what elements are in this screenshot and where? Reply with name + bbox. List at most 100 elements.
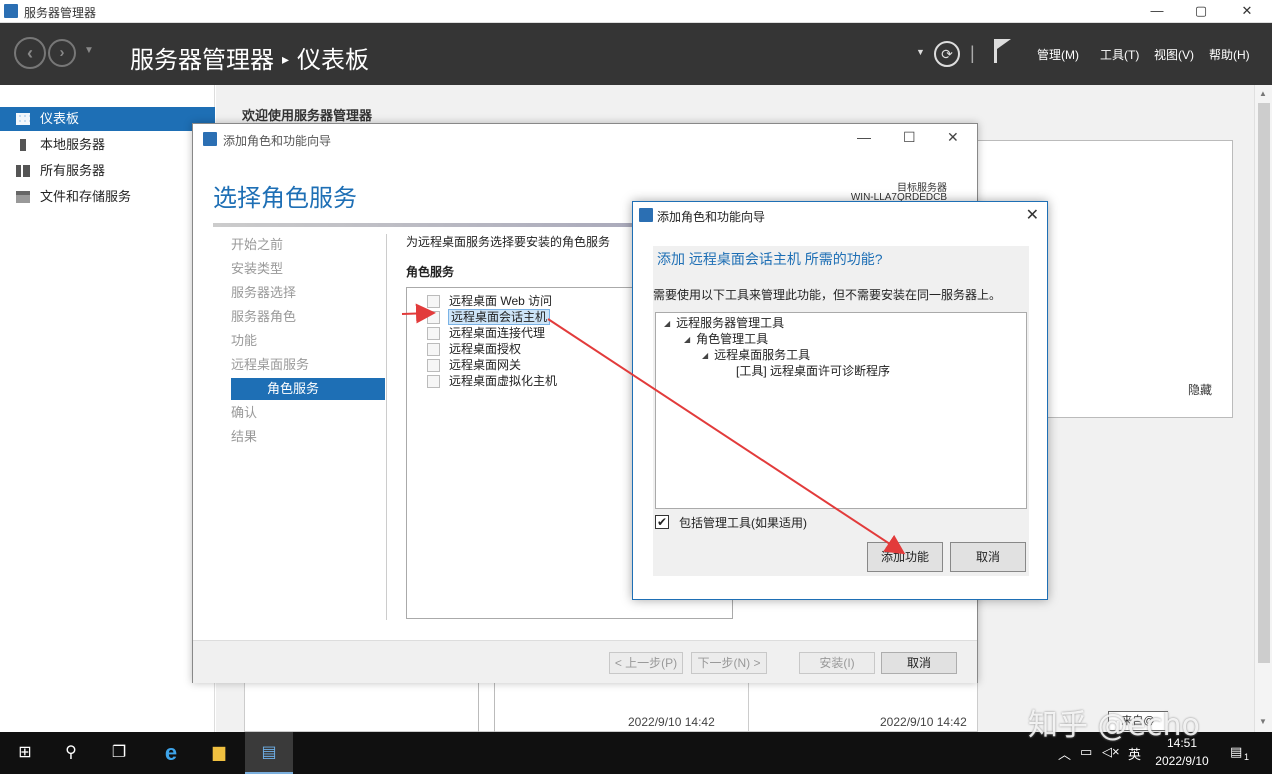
tree-node-label: [工具] 远程桌面许可诊断程序 xyxy=(736,364,891,378)
sidebar-item-label: 本地服务器 xyxy=(40,137,106,152)
role-services-label: 角色服务 xyxy=(406,265,455,279)
wizard-step-current[interactable]: 角色服务 xyxy=(231,378,385,400)
role-service-item[interactable]: 远程桌面授权 xyxy=(427,341,521,357)
wizard-divider xyxy=(386,234,387,620)
tree-node-leaf[interactable]: [工具] 远程桌面许可诊断程序 xyxy=(736,363,890,379)
server-manager-icon[interactable]: ▤ xyxy=(256,740,282,766)
expanded-triangle-icon[interactable]: ◢ xyxy=(664,319,670,328)
wizard-cancel-button[interactable]: 取消 xyxy=(881,652,957,674)
menu-help[interactable]: 帮助(H) xyxy=(1209,46,1250,63)
role-service-checkbox[interactable] xyxy=(427,343,440,356)
wizard-step: 结果 xyxy=(231,429,258,444)
dialog-close-icon[interactable]: ✕ xyxy=(1026,205,1039,225)
clock-date[interactable]: 2022/9/10 xyxy=(1150,754,1214,768)
tree-node-label: 远程服务器管理工具 xyxy=(676,316,785,330)
role-service-checkbox[interactable] xyxy=(427,359,440,372)
header-divider: | xyxy=(970,43,975,63)
wizard-minimize-button[interactable]: — xyxy=(857,129,871,145)
wizard-step: 确认 xyxy=(231,405,258,420)
install-button[interactable]: 安装(I) xyxy=(799,652,875,674)
wizard-maximize-button[interactable]: ☐ xyxy=(903,129,916,146)
wizard-titlebar: 添加角色和功能向导 — ☐ ✕ xyxy=(193,124,977,154)
task-view-icon[interactable]: ❐ xyxy=(106,740,132,766)
breadcrumb-page: 仪表板 xyxy=(297,47,370,74)
dialog-titlebar: 添加角色和功能向导 ✕ xyxy=(633,202,1047,228)
role-service-checkbox[interactable] xyxy=(427,295,440,308)
watermark: 知乎 @echo xyxy=(1028,708,1200,743)
network-icon[interactable]: ▭ xyxy=(1080,744,1092,760)
dropdown-icon[interactable]: ▼ xyxy=(916,47,925,57)
previous-button[interactable]: < 上一步(P) xyxy=(609,652,683,674)
hide-link[interactable]: 隐藏 xyxy=(1188,381,1212,398)
wizard-footer: < 上一步(P) 下一步(N) > 安装(I) 取消 xyxy=(193,640,977,683)
scroll-down-icon[interactable]: ▼ xyxy=(1259,717,1267,726)
role-service-item-selected[interactable]: 远程桌面会话主机 xyxy=(427,309,551,325)
wizard-step: 服务器选择 xyxy=(231,285,297,300)
role-service-checkbox[interactable] xyxy=(427,311,440,324)
maximize-button[interactable]: ▢ xyxy=(1178,1,1224,21)
close-button[interactable]: ✕ xyxy=(1224,1,1270,21)
notification-center-icon[interactable]: ▤ xyxy=(1230,744,1242,760)
sidebar-item-all-servers[interactable]: 所有服务器 xyxy=(0,159,215,183)
wizard-step: 服务器角色 xyxy=(231,309,297,324)
tree-node-label: 角色管理工具 xyxy=(696,332,769,346)
internet-explorer-icon[interactable]: e xyxy=(158,740,184,766)
minimize-button[interactable]: — xyxy=(1134,1,1180,21)
search-icon[interactable]: ⚲ xyxy=(58,740,84,766)
tree-node[interactable]: ◢ 远程服务器管理工具 xyxy=(664,315,784,331)
wizard-step: 安装类型 xyxy=(231,261,284,276)
tree-node[interactable]: ◢ 角色管理工具 xyxy=(684,331,768,347)
scroll-up-icon[interactable]: ▲ xyxy=(1259,89,1267,98)
main-scrollbar[interactable]: ▲ ▼ xyxy=(1254,85,1272,732)
app-title: 服务器管理器 xyxy=(24,6,97,20)
dialog-cancel-button[interactable]: 取消 xyxy=(950,542,1026,572)
file-explorer-icon[interactable]: ▆ xyxy=(206,740,232,766)
include-tools-checkbox[interactable]: ✔ xyxy=(655,515,669,529)
menu-manage[interactable]: 管理(M) xyxy=(1037,46,1079,63)
ime-indicator[interactable]: 英 xyxy=(1128,744,1141,763)
next-button[interactable]: 下一步(N) > xyxy=(691,652,767,674)
role-service-item[interactable]: 远程桌面虚拟化主机 xyxy=(427,373,557,389)
dialog-description: 需要使用以下工具来管理此功能，但不需要安装在同一服务器上。 xyxy=(653,288,1002,302)
role-service-checkbox[interactable] xyxy=(427,327,440,340)
role-service-checkbox[interactable] xyxy=(427,375,440,388)
sidebar-item-file-storage[interactable]: 文件和存储服务 xyxy=(0,185,215,209)
tray-chevron-icon[interactable]: ︿ xyxy=(1058,744,1071,763)
sidebar-item-dashboard[interactable]: 仪表板 xyxy=(0,107,215,131)
role-service-item[interactable]: 远程桌面网关 xyxy=(427,357,521,373)
breadcrumb-separator: ▸ xyxy=(282,51,290,67)
wizard-step: 开始之前 xyxy=(231,237,284,252)
back-icon[interactable]: ‹ xyxy=(14,37,46,69)
sidebar-item-label: 文件和存储服务 xyxy=(40,189,132,204)
role-service-item[interactable]: 远程桌面连接代理 xyxy=(427,325,545,341)
role-service-label: 远程桌面 Web 访问 xyxy=(449,294,553,308)
wizard-title: 添加角色和功能向导 xyxy=(223,134,332,148)
sidebar: 仪表板 本地服务器 所有服务器 文件和存储服务 xyxy=(0,85,215,732)
role-service-item[interactable]: 远程桌面 Web 访问 xyxy=(427,293,552,309)
wizard-step: 远程桌面服务 xyxy=(231,357,310,372)
include-tools-label: 包括管理工具(如果适用) xyxy=(679,516,807,530)
wizard-close-button[interactable]: ✕ xyxy=(947,129,959,146)
menu-tools[interactable]: 工具(T) xyxy=(1100,46,1139,63)
sidebar-item-label: 所有服务器 xyxy=(40,163,106,178)
expanded-triangle-icon[interactable]: ◢ xyxy=(684,335,690,344)
dialog-title: 添加角色和功能向导 xyxy=(657,210,766,224)
tile-timestamp: 2022/9/10 14:42 xyxy=(880,715,967,729)
expanded-triangle-icon[interactable]: ◢ xyxy=(702,351,708,360)
forward-icon[interactable]: › xyxy=(48,39,76,67)
menu-view[interactable]: 视图(V) xyxy=(1154,46,1194,63)
breadcrumb-app: 服务器管理器 xyxy=(130,47,274,74)
notification-count: 1 xyxy=(1244,752,1250,762)
tree-node[interactable]: ◢ 远程桌面服务工具 xyxy=(702,347,810,363)
add-features-button[interactable]: 添加功能 xyxy=(867,542,943,572)
refresh-icon[interactable]: ⟳ xyxy=(934,41,960,67)
scrollbar-thumb[interactable] xyxy=(1258,103,1270,663)
start-windows-icon[interactable]: ⊞ xyxy=(12,740,38,766)
notification-flag-icon[interactable] xyxy=(994,39,1011,63)
role-service-label: 远程桌面虚拟化主机 xyxy=(449,374,558,388)
wizard-description: 为远程桌面服务选择要安装的角色服务 xyxy=(406,235,611,249)
role-service-label: 远程桌面网关 xyxy=(449,358,522,372)
sidebar-item-local-server[interactable]: 本地服务器 xyxy=(0,133,215,157)
chevron-down-icon[interactable]: ▼ xyxy=(84,45,94,56)
volume-muted-icon[interactable]: ◁× xyxy=(1102,744,1120,760)
